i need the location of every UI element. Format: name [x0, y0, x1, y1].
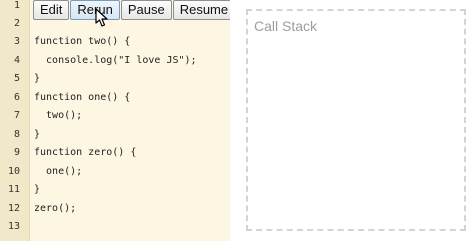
line-number-11: 11: [7, 184, 20, 195]
line-number-9: 9: [13, 147, 20, 158]
code-line-10[interactable]: one();: [34, 165, 82, 179]
line-number-13: 13: [7, 221, 20, 232]
line-number-2: 2: [13, 18, 20, 29]
line-number-5: 5: [13, 73, 20, 84]
line-number-12: 12: [7, 203, 20, 214]
toolbar: Edit Rerun Pause Resume: [33, 0, 230, 20]
code-editor[interactable]: 1 2 3 4 5 6 7 8 9 10 11 12 13 function t…: [0, 0, 230, 241]
code-line-11[interactable]: }: [34, 183, 40, 197]
code-line-3[interactable]: function two() {: [34, 35, 130, 49]
code-line-4[interactable]: console.log("I love JS");: [34, 54, 197, 68]
line-number-gutter: 1 2 3 4 5 6 7 8 9 10 11 12 13: [0, 0, 30, 241]
code-line-8[interactable]: }: [34, 128, 40, 142]
mouse-pointer-icon: [95, 8, 108, 27]
code-line-12[interactable]: zero();: [34, 202, 76, 216]
code-line-6[interactable]: function one() {: [34, 91, 130, 105]
line-number-1: 1: [13, 0, 20, 11]
call-stack-panel: Call Stack: [246, 9, 466, 231]
line-number-4: 4: [13, 55, 20, 66]
code-line-9[interactable]: function zero() {: [34, 146, 136, 160]
line-number-6: 6: [13, 92, 20, 103]
line-number-7: 7: [13, 110, 20, 121]
line-number-10: 10: [7, 166, 20, 177]
code-line-7[interactable]: two();: [34, 109, 82, 123]
line-number-8: 8: [13, 129, 20, 140]
call-stack-title: Call Stack: [254, 18, 318, 34]
edit-button[interactable]: Edit: [33, 0, 70, 20]
line-number-3: 3: [13, 36, 20, 47]
resume-button[interactable]: Resume: [172, 0, 230, 20]
code-line-5[interactable]: }: [34, 72, 40, 86]
pause-button[interactable]: Pause: [120, 0, 172, 20]
